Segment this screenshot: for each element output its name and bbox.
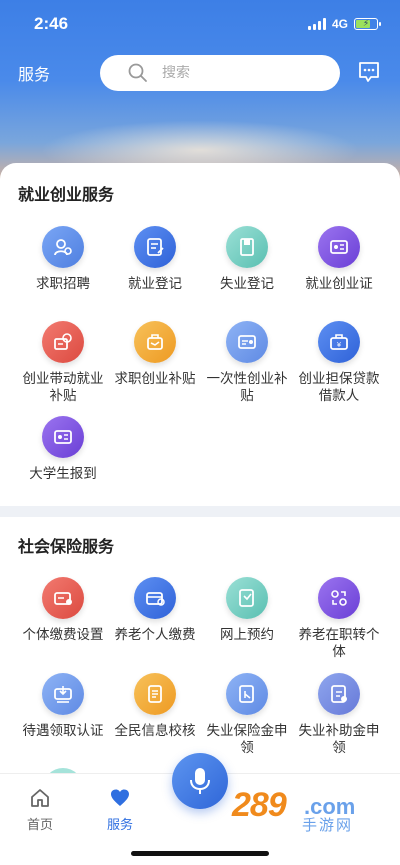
microphone-icon xyxy=(190,768,210,794)
briefcase-icon: ¥ xyxy=(318,321,360,363)
battery-icon: ⚡ xyxy=(354,18,381,30)
tab-home[interactable]: 首页 xyxy=(10,786,70,833)
handshake-icon xyxy=(134,321,176,363)
network-type: 4G xyxy=(331,17,348,31)
certification-icon xyxy=(42,673,84,715)
search-icon xyxy=(128,63,147,82)
service-item-guarantee-loan[interactable]: ¥ 创业担保贷款借款人 xyxy=(294,321,384,405)
card-icon xyxy=(226,321,268,363)
transfer-icon xyxy=(318,577,360,619)
watermark-logo: 289 .com 手游网 xyxy=(232,786,356,834)
service-label: 一次性创业补贴 xyxy=(206,371,288,404)
voice-button[interactable] xyxy=(172,753,228,809)
service-label: 就业登记 xyxy=(128,276,182,292)
status-bar: 2:46 4G ⚡ xyxy=(0,0,400,48)
header: 服务 xyxy=(0,54,400,92)
home-icon xyxy=(31,789,49,807)
service-label: 求职招聘 xyxy=(36,276,90,292)
service-item-business-certificate[interactable]: 就业创业证 xyxy=(294,226,384,293)
service-label: 失业保险金申领 xyxy=(206,723,288,756)
service-item-one-time-subsidy[interactable]: 一次性创业补贴 xyxy=(202,321,292,405)
service-item-unemployment-registration[interactable]: 失业登记 xyxy=(202,226,292,293)
service-label: 个体缴费设置 xyxy=(22,627,104,643)
service-label: 创业担保贷款借款人 xyxy=(298,371,380,404)
heart-icon xyxy=(111,789,129,806)
service-item-appointment[interactable]: 网上预约 xyxy=(202,577,292,644)
business-certificate-icon xyxy=(318,226,360,268)
unemployment-registration-icon xyxy=(226,226,268,268)
service-item-pension-payment[interactable]: 养老个人缴费 xyxy=(110,577,200,644)
page-title: 服务 xyxy=(18,65,51,84)
info-check-icon xyxy=(134,673,176,715)
service-label: 网上预约 xyxy=(220,627,274,643)
service-item-job-subsidy[interactable]: 求职创业补贴 xyxy=(110,321,200,388)
tab-home-label: 首页 xyxy=(26,818,53,833)
service-item-payment-settings[interactable]: 个体缴费设置 xyxy=(18,577,108,644)
unemployment-insurance-icon xyxy=(226,673,268,715)
unemployment-aid-icon xyxy=(318,673,360,715)
service-item-job-search[interactable]: 求职招聘 xyxy=(18,226,108,293)
service-label: 全民信息校核 xyxy=(114,723,196,739)
service-label: 大学生报到 xyxy=(29,466,97,482)
service-item-subsidy[interactable]: 创业带动就业补贴 xyxy=(18,321,108,405)
service-label: 养老个人缴费 xyxy=(114,627,196,643)
social-insurance-section: 社会保险服务 个体缴费设置 养老个人缴费 网上预约 养老在职转个体 待遇领取认证 xyxy=(0,517,400,787)
section-title: 社会保险服务 xyxy=(18,537,115,556)
service-label: 创业带动就业补贴 xyxy=(22,371,104,404)
service-item-graduate-report[interactable]: 大学生报到 xyxy=(18,416,108,483)
subsidy-icon xyxy=(42,321,84,363)
message-icon[interactable] xyxy=(357,60,381,84)
service-label: 就业创业证 xyxy=(305,276,373,292)
service-label: 养老在职转个体 xyxy=(298,627,380,660)
svg-text:¥: ¥ xyxy=(337,341,342,349)
service-label: 求职创业补贴 xyxy=(114,371,196,387)
signal-icon xyxy=(307,18,326,30)
search-input[interactable] xyxy=(162,65,312,81)
service-label: 待遇领取认证 xyxy=(22,723,104,739)
service-label: 失业补助金申领 xyxy=(298,723,380,756)
home-indicator xyxy=(131,851,269,856)
search-bar[interactable] xyxy=(100,55,340,91)
service-item-unemployment-aid[interactable]: 失业补助金申领 xyxy=(294,673,384,757)
service-item-employment-registration[interactable]: 就业登记 xyxy=(110,226,200,293)
payment-settings-icon xyxy=(42,577,84,619)
appointment-icon xyxy=(226,577,268,619)
section-title: 就业创业服务 xyxy=(18,185,115,204)
tab-service[interactable]: 服务 xyxy=(90,786,150,833)
pension-payment-icon xyxy=(134,577,176,619)
service-item-unemployment-insurance[interactable]: 失业保险金申领 xyxy=(202,673,292,757)
employment-registration-icon xyxy=(134,226,176,268)
service-item-info-check[interactable]: 全民信息校核 xyxy=(110,673,200,740)
service-item-benefit-certification[interactable]: 待遇领取认证 xyxy=(18,673,108,740)
service-item-pension-transfer[interactable]: 养老在职转个体 xyxy=(294,577,384,661)
job-search-icon xyxy=(42,226,84,268)
employment-service-section: 就业创业服务 求职招聘 就业登记 失业登记 就业创业证 创业带动就业补贴 求职创… xyxy=(0,163,400,506)
tab-service-label: 服务 xyxy=(106,818,133,833)
status-time: 2:46 xyxy=(34,14,69,33)
service-label: 失业登记 xyxy=(220,276,274,292)
id-card-icon xyxy=(42,416,84,458)
